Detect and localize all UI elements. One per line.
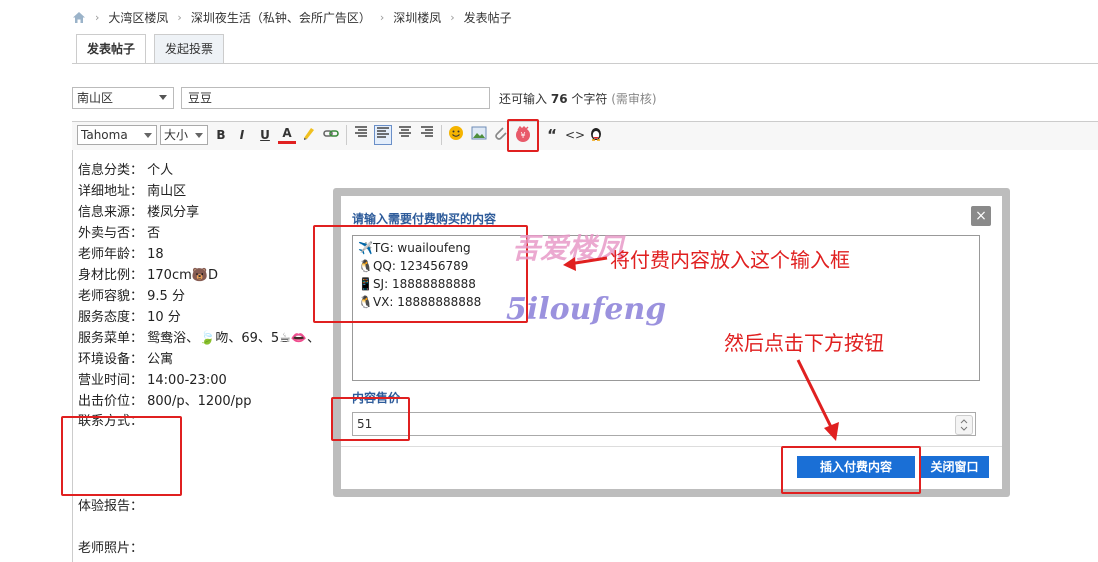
price-input[interactable]: 51: [352, 412, 976, 436]
district-select[interactable]: 南山区: [72, 87, 174, 109]
breadcrumb: › 大湾区楼凤 › 深圳夜生活（私钟、会所广告区） › 深圳楼凤 › 发表帖子: [72, 8, 512, 26]
toolbar-divider: [441, 125, 442, 145]
annotation-box-content: [313, 225, 528, 323]
chevron-down-icon: [195, 133, 203, 138]
italic-button[interactable]: I: [233, 125, 251, 145]
breadcrumb-current: 发表帖子: [463, 10, 512, 25]
breadcrumb-separator: ›: [379, 10, 385, 24]
breadcrumb-separator: ›: [177, 10, 182, 24]
editor-line: 信息来源： 楼凤分享: [78, 205, 200, 220]
editor-line: 服务态度： 10 分: [78, 310, 181, 325]
font-size-value: 大小: [164, 128, 189, 142]
toolbar-divider: [346, 125, 347, 145]
breadcrumb-separator: ›: [450, 10, 455, 24]
font-family-select[interactable]: Tahoma: [77, 125, 157, 145]
editor-line: 身材比例： 170cm🐻D: [78, 268, 218, 283]
editor-line: 信息分类： 个人: [78, 163, 174, 178]
annotation-box-insert: [781, 446, 921, 494]
editor-line: 老师照片：: [78, 541, 144, 556]
price-stepper[interactable]: [955, 415, 973, 435]
chevron-down-icon: [144, 133, 152, 138]
link-icon[interactable]: [322, 125, 340, 145]
home-icon[interactable]: [72, 11, 86, 24]
editor-line: 出击价位： 800/p、1200/pp: [78, 394, 252, 409]
breadcrumb-item[interactable]: 大湾区楼凤: [108, 9, 168, 26]
align-left-icon[interactable]: [374, 125, 392, 145]
chevron-down-icon: [159, 95, 167, 100]
editor-line: 体验报告：: [78, 499, 144, 514]
justify-icon[interactable]: [418, 125, 436, 145]
subject-input[interactable]: 豆豆: [181, 87, 490, 109]
editor-line: 外卖与否： 否: [78, 226, 161, 241]
annotation-box-toolbar: [507, 119, 539, 152]
char-counter-value: 76: [550, 92, 568, 106]
annotation-text: 然后点击下方按钮: [724, 331, 884, 355]
align-center-icon[interactable]: [396, 125, 414, 145]
editor-line: 老师年龄： 18: [78, 247, 164, 262]
post-tabs: 发表帖子 发起投票: [72, 34, 228, 64]
editor-line: 环境设备： 公寓: [78, 352, 174, 367]
editor-line: 服务菜单： 鸳鸯浴、🍃吻、69、5☕👄、: [78, 331, 320, 346]
tab-post-thread[interactable]: 发表帖子: [76, 34, 147, 64]
char-counter-note: (需审核): [611, 92, 657, 106]
quote-button[interactable]: “: [543, 125, 561, 145]
close-icon[interactable]: ×: [971, 206, 991, 226]
editor-line: 营业时间： 14:00-23:00: [78, 373, 227, 388]
breadcrumb-item[interactable]: 深圳楼凤: [393, 9, 441, 26]
breadcrumb-separator: ›: [95, 10, 100, 24]
arrow-icon: [563, 256, 608, 271]
align-right-icon[interactable]: [352, 125, 370, 145]
char-counter-prefix: 还可输入: [499, 92, 548, 106]
editor-line: 老师容貌： 9.5 分: [78, 289, 185, 304]
annotation-box-contact: [61, 416, 182, 496]
annotation-text: 将付费内容放入这个输入框: [610, 248, 850, 272]
district-select-value: 南山区: [77, 91, 114, 105]
code-button[interactable]: <>: [565, 125, 585, 145]
close-window-button[interactable]: 关闭窗口: [920, 456, 989, 478]
font-family-value: Tahoma: [81, 128, 128, 142]
tab-start-poll[interactable]: 发起投票: [154, 34, 225, 64]
annotation-box-price: [331, 397, 410, 441]
char-counter-suffix: 个字符: [571, 92, 608, 106]
text-color-button[interactable]: A: [278, 125, 296, 144]
font-size-select[interactable]: 大小: [160, 125, 208, 145]
watermark-text: 5iloufeng: [506, 292, 667, 327]
arrow-icon: [796, 359, 839, 441]
tabs-divider: [72, 63, 1098, 64]
smiley-icon[interactable]: [447, 125, 465, 145]
char-counter: 还可输入 76 个字符 (需审核): [499, 90, 657, 107]
qq-penguin-icon[interactable]: [587, 125, 605, 145]
underline-button[interactable]: U: [256, 125, 274, 145]
image-icon[interactable]: [470, 125, 488, 145]
breadcrumb-item[interactable]: 深圳夜生活（私钟、会所广告区）: [191, 9, 371, 26]
highlight-icon[interactable]: [300, 125, 318, 145]
bold-button[interactable]: B: [212, 125, 230, 145]
editor-line: 详细地址： 南山区: [78, 184, 187, 199]
